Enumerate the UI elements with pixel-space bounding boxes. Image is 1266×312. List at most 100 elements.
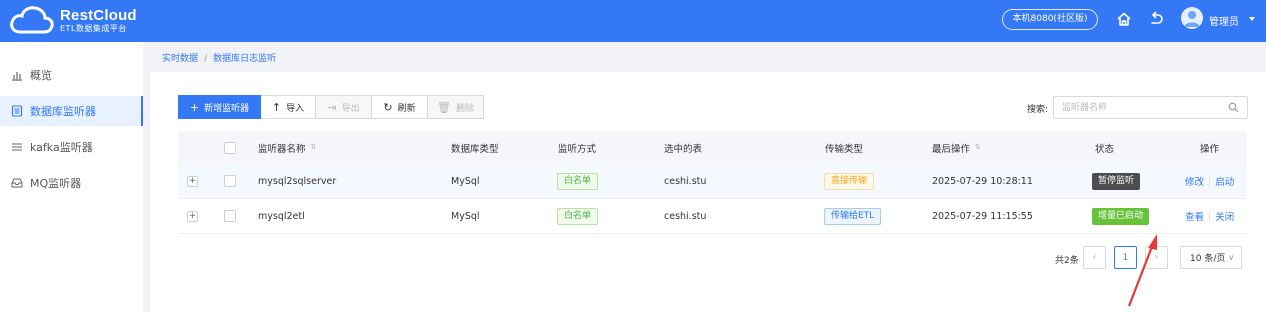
page-size-select[interactable]: 10 条/页 ∨ bbox=[1180, 246, 1242, 269]
transfer-cell: 传输给ETL bbox=[824, 199, 882, 233]
import-button[interactable]: ↑ 导入 bbox=[261, 95, 316, 119]
import-label: 导入 bbox=[286, 103, 305, 114]
expand-row-button[interactable]: + bbox=[187, 199, 198, 233]
breadcrumb: 实时数据 / 数据库日志监听 bbox=[162, 51, 276, 64]
export-label: 导出 bbox=[341, 103, 360, 114]
prev-page-button[interactable]: ‹ bbox=[1083, 246, 1106, 269]
table-row[interactable]: + mysql2etl MySql 白名单 ceshi.stu 传输给ETL 2… bbox=[178, 199, 1247, 234]
plus-icon: + bbox=[189, 100, 200, 114]
column-header-last-op[interactable]: 最后操作 ⇅ bbox=[932, 131, 981, 164]
status-badge: 暂停监听 bbox=[1092, 172, 1141, 190]
sort-icon[interactable]: ⇅ bbox=[311, 144, 317, 151]
sidebar-item-label: 概览 bbox=[30, 69, 52, 82]
breadcrumb-item[interactable]: 数据库日志监听 bbox=[213, 54, 276, 64]
transfer-tag: 传输给ETL bbox=[824, 207, 882, 225]
top-header: RestCloud ETL数据集成平台 本机8080(社区版) 管理员 bbox=[0, 0, 1266, 42]
sidebar-item-label: MQ监听器 bbox=[30, 177, 82, 190]
transfer-cell: 直接传输 bbox=[824, 164, 875, 198]
user-name[interactable]: 管理员 bbox=[1209, 13, 1239, 28]
sidebar-item-mq-listener[interactable]: MQ监听器 bbox=[0, 168, 143, 198]
last-operation: 2025-07-29 11:15:55 bbox=[932, 210, 1033, 222]
cloud-logo-icon bbox=[10, 6, 54, 34]
last-operation: 2025-07-29 10:28:11 bbox=[932, 175, 1033, 187]
search-label: 搜索: bbox=[1027, 105, 1049, 115]
column-label: 最后操作 bbox=[932, 143, 971, 155]
sidebar-item-kafka-listener[interactable]: kafka监听器 bbox=[0, 132, 143, 162]
sidebar-item-db-listener[interactable]: 数据库监听器 bbox=[0, 96, 143, 126]
breadcrumb-separator: / bbox=[204, 54, 208, 64]
list-icon bbox=[12, 143, 22, 151]
arrow-up-icon: ↑ bbox=[271, 100, 282, 114]
column-header-status: 状态 bbox=[1095, 143, 1115, 155]
selected-tables: ceshi.stu bbox=[664, 175, 707, 187]
add-listener-button[interactable]: + 新增监听器 bbox=[178, 95, 261, 119]
db-type: MySql bbox=[451, 175, 480, 187]
home-icon[interactable] bbox=[1115, 10, 1133, 28]
expand-row-button[interactable]: + bbox=[187, 164, 198, 198]
brand-subtitle: ETL数据集成平台 bbox=[60, 23, 127, 33]
chevron-down-icon: ∨ bbox=[1228, 253, 1235, 262]
listener-name: mysql2sqlserver bbox=[258, 175, 337, 187]
refresh-label: 刷新 bbox=[397, 103, 416, 114]
db-type: MySql bbox=[451, 210, 480, 222]
add-listener-label: 新增监听器 bbox=[204, 103, 250, 114]
sidebar-item-label: kafka监听器 bbox=[30, 141, 93, 154]
status-cell: 暂停监听 bbox=[1092, 164, 1141, 198]
column-header-mode: 监听方式 bbox=[558, 143, 597, 155]
caret-down-icon[interactable] bbox=[1249, 17, 1255, 21]
mode-cell: 白名单 bbox=[557, 164, 599, 198]
sidebar-item-overview[interactable]: 概览 bbox=[0, 60, 143, 90]
column-header-actions: 操作 bbox=[1200, 143, 1220, 155]
close-link[interactable]: 关闭 bbox=[1215, 209, 1234, 223]
export-icon: ⇥ bbox=[327, 100, 337, 114]
table-row[interactable]: + mysql2sqlserver MySql 白名单 ceshi.stu 直接… bbox=[178, 164, 1247, 199]
avatar[interactable] bbox=[1181, 7, 1203, 29]
export-button[interactable]: ⇥ 导出 bbox=[316, 95, 372, 119]
column-header-name[interactable]: 监听器名称 ⇅ bbox=[258, 131, 316, 164]
inbox-icon bbox=[11, 178, 23, 188]
view-link[interactable]: 查看 bbox=[1185, 209, 1204, 223]
delete-button[interactable]: 🗑 删除 bbox=[428, 95, 484, 119]
trash-icon: 🗑 bbox=[437, 100, 451, 114]
table-header: 监听器名称 ⇅ 数据库类型 监听方式 选中的表 传输类型 最后操作 ⇅ 状态 操作 bbox=[178, 131, 1247, 164]
column-label: 监听器名称 bbox=[258, 143, 306, 155]
database-list-icon bbox=[11, 105, 23, 117]
row-checkbox[interactable] bbox=[224, 199, 236, 233]
column-header-tables: 选中的表 bbox=[664, 143, 703, 155]
status-badge: 增量已启动 bbox=[1092, 207, 1150, 225]
app-logo[interactable]: RestCloud ETL数据集成平台 bbox=[8, 5, 137, 35]
search-box bbox=[1053, 96, 1248, 119]
column-header-transfer: 传输类型 bbox=[825, 143, 864, 155]
sort-icon[interactable]: ⇅ bbox=[975, 144, 981, 151]
sidebar-item-label: 数据库监听器 bbox=[30, 105, 96, 118]
row-actions: 修改 | 启动 bbox=[1185, 164, 1234, 198]
page-size-value: 10 条/页 bbox=[1190, 254, 1226, 264]
edit-link[interactable]: 修改 bbox=[1185, 174, 1204, 188]
delete-label: 删除 bbox=[455, 103, 474, 114]
listener-name: mysql2etl bbox=[258, 210, 305, 222]
row-checkbox[interactable] bbox=[224, 164, 236, 198]
refresh-button[interactable]: ↻ 刷新 bbox=[372, 95, 428, 119]
start-link[interactable]: 启动 bbox=[1215, 174, 1234, 188]
selected-tables: ceshi.stu bbox=[664, 210, 707, 222]
chevron-left-icon: ‹ bbox=[1092, 252, 1097, 263]
chart-icon bbox=[12, 72, 22, 81]
mode-tag: 白名单 bbox=[557, 207, 599, 225]
divider: | bbox=[1208, 175, 1212, 187]
divider: | bbox=[1208, 210, 1212, 222]
refresh-icon: ↻ bbox=[383, 100, 393, 114]
transfer-tag: 直接传输 bbox=[824, 172, 875, 190]
user-avatar-icon bbox=[1184, 11, 1200, 27]
search-icon[interactable] bbox=[1228, 102, 1239, 113]
row-actions: 查看 | 关闭 bbox=[1185, 199, 1234, 233]
breadcrumb-item[interactable]: 实时数据 bbox=[162, 54, 198, 64]
search-input[interactable] bbox=[1054, 97, 1214, 118]
brand-name: RestCloud bbox=[60, 6, 137, 24]
select-all-checkbox[interactable] bbox=[224, 131, 236, 164]
mode-cell: 白名单 bbox=[557, 199, 599, 233]
back-icon[interactable] bbox=[1147, 10, 1165, 28]
column-header-db-type: 数据库类型 bbox=[451, 143, 499, 155]
sidebar: 概览 数据库监听器 kafka监听器 MQ监听器 bbox=[0, 42, 143, 312]
environment-selector[interactable]: 本机8080(社区版) bbox=[1002, 9, 1098, 30]
annotation-arrow-icon bbox=[1127, 234, 1157, 307]
